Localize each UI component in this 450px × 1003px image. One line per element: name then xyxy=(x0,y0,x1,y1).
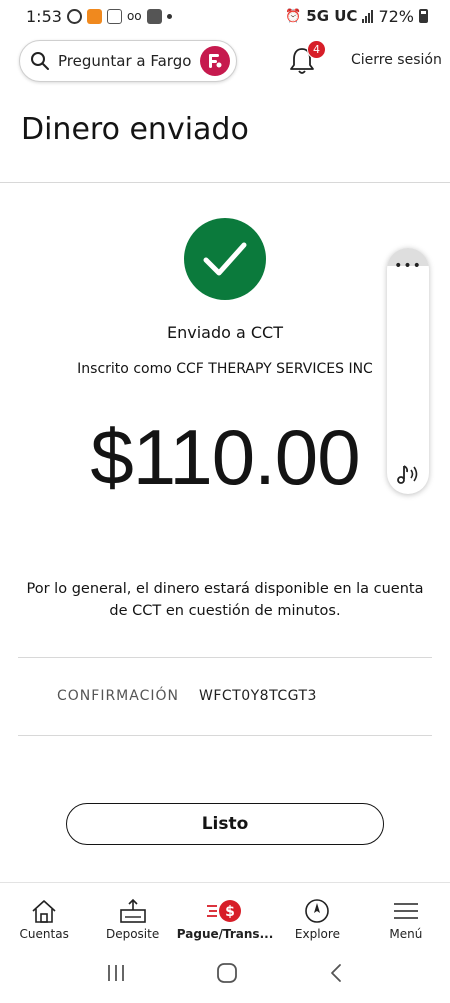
back-icon[interactable] xyxy=(326,962,346,988)
status-right: ⏰ 5G UC 72% xyxy=(285,7,428,26)
fargo-logo-icon[interactable] xyxy=(200,46,230,76)
top-header: Preguntar a Fargo 4 Cierre sesión xyxy=(0,38,450,86)
alarm-icon: ⏰ xyxy=(285,8,302,24)
confirmation-number: WFCT0Y8TCGT3 xyxy=(199,688,317,704)
nav-label: Menú xyxy=(389,927,423,941)
nav-item-pay-transfer[interactable]: $ Pague/Trans... xyxy=(177,883,273,946)
more-notifications-icon xyxy=(166,13,172,19)
divider xyxy=(0,182,450,183)
app-notification-icon xyxy=(86,8,102,24)
notification-count-badge: 4 xyxy=(307,40,326,59)
done-button[interactable]: Listo xyxy=(66,803,384,845)
home-button-icon[interactable] xyxy=(215,961,239,989)
nav-item-accounts[interactable]: Cuentas xyxy=(0,883,88,946)
wf-app-icon xyxy=(146,8,162,24)
battery-level: 72% xyxy=(378,6,414,26)
compass-icon xyxy=(303,897,331,925)
page-title: Dinero enviado xyxy=(21,112,249,147)
bottom-nav: Cuentas Deposite $ Pague/Trans... Explor… xyxy=(0,882,450,946)
menu-icon xyxy=(391,897,421,925)
m-app-icon xyxy=(106,8,122,24)
divider xyxy=(18,735,432,736)
network-type: 5G UC xyxy=(306,7,358,25)
signal-icon xyxy=(362,9,374,23)
search-placeholder: Preguntar a Fargo xyxy=(58,52,192,70)
audio-read-aloud-icon[interactable] xyxy=(394,462,422,486)
home-icon xyxy=(30,897,58,925)
nav-label: Pague/Trans... xyxy=(176,927,274,941)
success-check-icon xyxy=(184,218,266,300)
confirmation-label: CONFIRMACIÓN xyxy=(57,688,179,704)
deposit-icon xyxy=(118,897,148,925)
nav-item-explore[interactable]: Explore xyxy=(273,883,361,946)
search-input[interactable]: Preguntar a Fargo xyxy=(19,40,237,82)
nav-item-deposit[interactable]: Deposite xyxy=(88,883,176,946)
divider xyxy=(18,657,432,658)
enrolled-as-text: Inscrito como CCF THERAPY SERVICES INC xyxy=(77,361,373,377)
amount-value: $110.00 xyxy=(90,413,360,501)
search-icon xyxy=(31,52,49,70)
nav-label: Cuentas xyxy=(19,927,69,941)
status-left: 1:53 oo xyxy=(26,7,172,26)
signout-link[interactable]: Cierre sesión xyxy=(351,52,442,68)
battery-icon xyxy=(419,9,428,23)
system-nav-bar xyxy=(0,946,450,1003)
nav-label: Deposite xyxy=(105,927,160,941)
nav-item-menu[interactable]: Menú xyxy=(362,883,450,946)
availability-message: Por lo general, el dinero estará disponi… xyxy=(26,581,424,619)
voicemail-icon: oo xyxy=(126,9,142,23)
recent-apps-icon[interactable] xyxy=(104,962,128,988)
pay-transfer-icon: $ xyxy=(205,897,245,925)
more-options-icon[interactable]: ••• xyxy=(387,259,429,273)
status-bar: 1:53 oo ⏰ 5G UC 72% xyxy=(0,0,450,32)
notifications-button[interactable]: 4 xyxy=(288,40,326,76)
recipient-text: Enviado a CCT xyxy=(166,323,283,342)
nav-label: Explore xyxy=(294,927,340,941)
floating-audio-panel[interactable]: ••• xyxy=(387,248,429,494)
whatsapp-icon xyxy=(66,8,82,24)
status-time: 1:53 xyxy=(26,6,62,26)
svg-text:$: $ xyxy=(225,904,235,920)
